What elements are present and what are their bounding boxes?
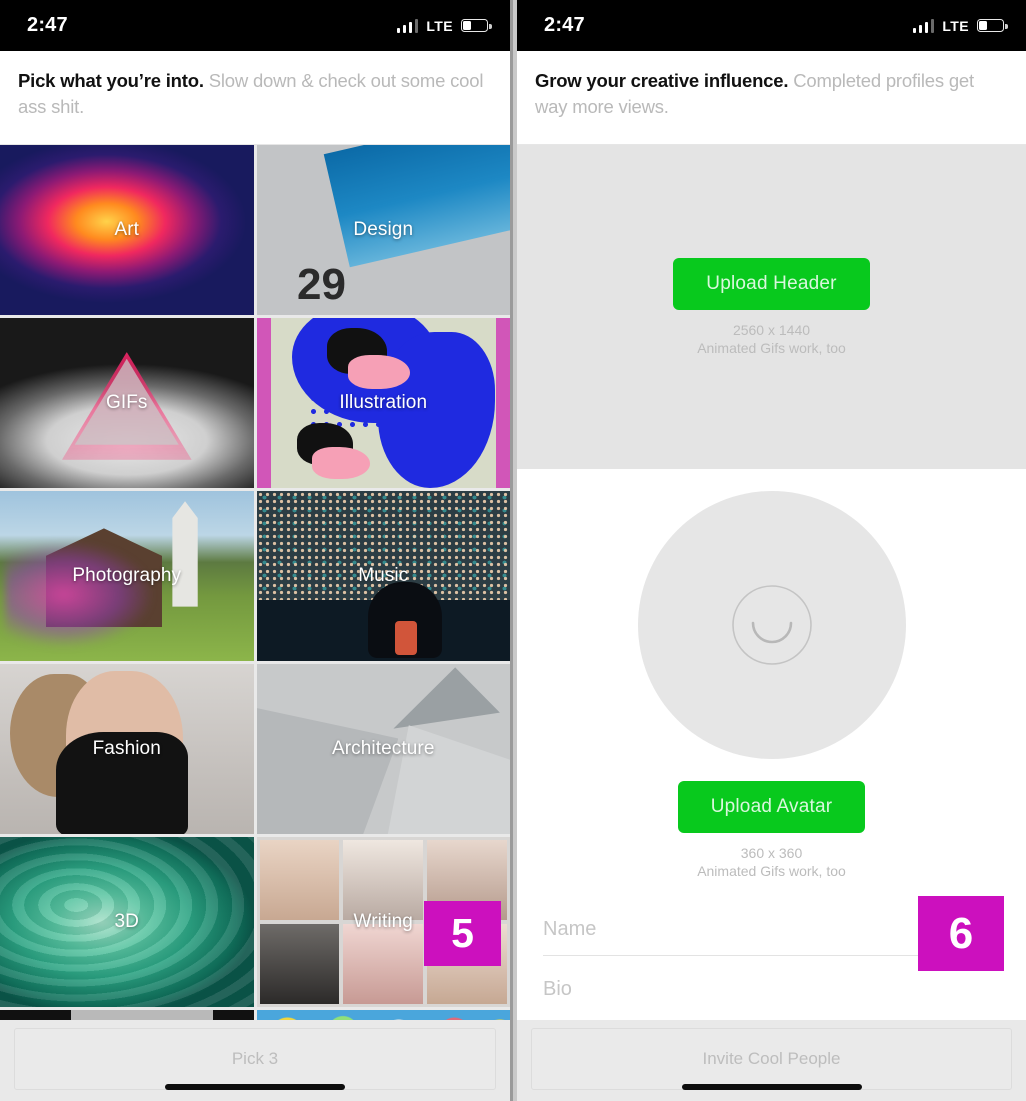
pick-three-button[interactable]: Pick 3	[14, 1028, 496, 1090]
bio-field-placeholder: Bio	[543, 978, 572, 1000]
left-heading: Pick what you’re into. Slow down & check…	[0, 51, 510, 145]
interest-tile-label: Music	[358, 565, 409, 586]
status-bar-indicators: LTE	[912, 17, 1008, 34]
battery-low-icon	[977, 19, 1008, 32]
signal-bars-icon	[912, 18, 935, 33]
upload-header-button[interactable]: Upload Header	[673, 257, 870, 310]
home-indicator-right[interactable]	[681, 1084, 862, 1090]
invite-cool-people-button[interactable]: Invite Cool People	[531, 1028, 1012, 1090]
avatar-gif-note: Animated Gifs work, too	[697, 863, 846, 879]
avatar-dimensions-label: 360 x 360	[740, 845, 803, 861]
network-type-label: LTE	[942, 17, 969, 34]
step-badge-5: 5	[424, 901, 501, 966]
interest-tile-photography[interactable]: Photography	[0, 491, 254, 661]
battery-low-icon	[461, 19, 492, 32]
interest-tile-label: Design	[353, 219, 414, 240]
interest-tile-label: Photography	[72, 565, 182, 586]
left-heading-bold: Pick what you’re into.	[18, 70, 204, 91]
upload-avatar-button[interactable]: Upload Avatar	[677, 781, 866, 833]
status-bar-time: 2:47	[27, 14, 68, 36]
avatar-placeholder[interactable]	[637, 491, 906, 759]
interest-tile-3d[interactable]: 3D	[0, 837, 254, 1007]
interest-tile-illustration[interactable]: Illustration	[256, 318, 510, 488]
header-dimensions-label: 2560 x 1440	[732, 321, 811, 338]
interest-tile-art[interactable]: Art	[0, 145, 254, 315]
right-phone-screen: 2:47 LTE Grow your creative influence. C…	[513, 0, 1026, 1101]
network-type-label: LTE	[426, 17, 453, 34]
interest-tile-fashion[interactable]: Fashion	[0, 664, 254, 834]
interest-tile-label: Architecture	[331, 738, 435, 759]
interest-tile-label: Illustration	[339, 392, 428, 413]
interest-tile-design[interactable]: Design	[256, 145, 510, 315]
interest-tile-architecture[interactable]: Architecture	[256, 664, 510, 834]
status-bar-left: 2:47 LTE	[0, 0, 510, 51]
left-phone-screen: 2:47 LTE Pick what you’re into. Slow dow…	[0, 0, 513, 1101]
avatar-upload-hint: 360 x 360 Animated Gifs work, too	[697, 844, 846, 880]
header-gif-note: Animated Gifs work, too	[697, 339, 846, 356]
status-bar-time: 2:47	[544, 14, 585, 36]
interest-tile-gifs[interactable]: GIFs	[0, 318, 254, 488]
home-indicator-left[interactable]	[165, 1084, 345, 1090]
signal-bars-icon	[396, 18, 419, 33]
status-bar-indicators: LTE	[396, 17, 492, 34]
avatar-upload-zone: Upload Avatar 360 x 360 Animated Gifs wo…	[517, 469, 1026, 880]
status-bar-right: 2:47 LTE	[517, 0, 1026, 51]
interest-tile-label: GIFs	[105, 392, 148, 413]
step-badge-6: 6	[918, 896, 1004, 971]
interest-tile-music[interactable]: Music	[256, 491, 510, 661]
interest-tile-label: Art	[114, 219, 140, 240]
header-upload-hint: 2560 x 1440 Animated Gifs work, too	[697, 321, 846, 357]
header-upload-zone[interactable]: Upload Header 2560 x 1440 Animated Gifs …	[517, 145, 1026, 469]
dual-phone-screenshot: 2:47 LTE Pick what you’re into. Slow dow…	[0, 0, 1026, 1101]
right-heading-bold: Grow your creative influence.	[535, 70, 789, 91]
right-heading: Grow your creative influence. Completed …	[517, 51, 1026, 145]
interest-tile-label: Fashion	[92, 738, 161, 759]
smile-face-icon	[731, 585, 812, 665]
interest-tile-label: 3D	[114, 911, 139, 932]
